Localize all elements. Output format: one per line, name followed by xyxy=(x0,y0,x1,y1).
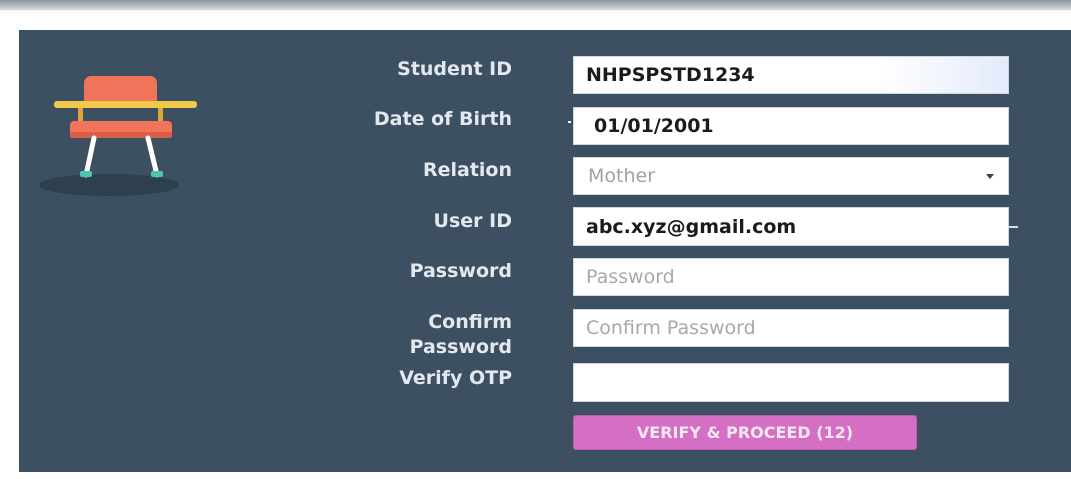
confirm-password-input[interactable] xyxy=(573,309,1009,347)
caret-down-icon xyxy=(986,173,994,179)
date-of-birth-input[interactable] xyxy=(573,107,1009,145)
relation-selected-value: Mother xyxy=(588,165,656,187)
school-chair-icon xyxy=(39,76,197,196)
dob-cursor-mark xyxy=(568,121,571,123)
chair-shadow xyxy=(39,174,179,196)
verify-otp-label: Verify OTP xyxy=(399,367,512,389)
chair-leg-right xyxy=(145,135,160,178)
relation-label: Relation xyxy=(422,159,512,181)
chair-foot-left xyxy=(80,171,92,177)
confirm-password-label-line2: Password xyxy=(409,336,512,358)
confirm-password-label: Confirm Password xyxy=(410,310,512,360)
window-frame: Student ID Date of Birth Relation Mother… xyxy=(0,0,1071,479)
student-id-label: Student ID xyxy=(397,58,512,80)
password-label: Password xyxy=(409,260,512,282)
verify-proceed-button[interactable]: VERIFY & PROCEED (12) xyxy=(573,415,917,450)
chair-desk-top xyxy=(54,101,197,108)
user-id-label: User ID xyxy=(433,210,512,232)
window-top-strip xyxy=(0,0,1071,10)
relation-select[interactable]: Mother xyxy=(573,157,1009,195)
chair-foot-right xyxy=(151,171,163,177)
student-id-input[interactable] xyxy=(573,56,1009,94)
date-of-birth-label: Date of Birth xyxy=(373,108,512,130)
chair-leg-left xyxy=(83,135,97,178)
user-id-edge-mark xyxy=(1009,226,1018,228)
password-input[interactable] xyxy=(573,258,1009,296)
verify-otp-input[interactable] xyxy=(573,363,1009,402)
user-id-input[interactable] xyxy=(573,207,1009,246)
chair-seat-front xyxy=(70,132,172,138)
confirm-password-label-line1: Confirm xyxy=(428,311,512,333)
